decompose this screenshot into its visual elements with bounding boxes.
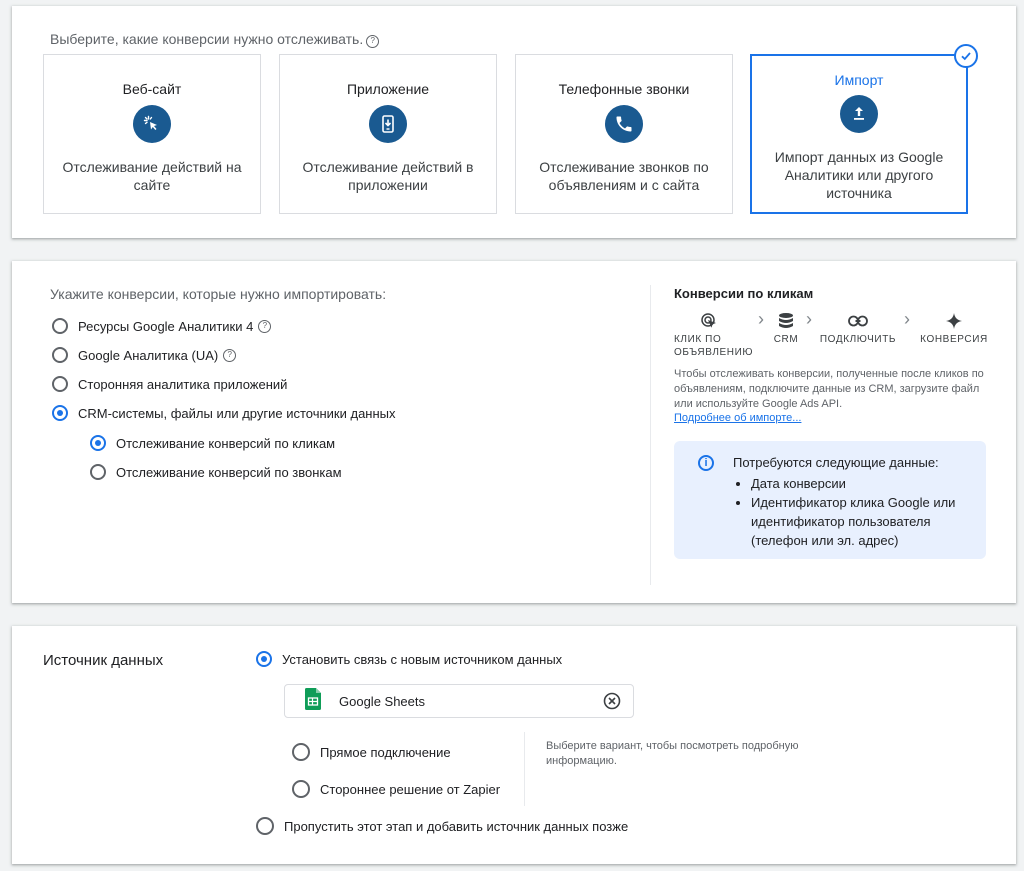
option-ga4[interactable]: Ресурсы Google Аналитики 4 ? <box>52 318 272 334</box>
tile-phone-calls[interactable]: Телефонные звонки Отслеживание звонков п… <box>515 54 733 214</box>
tile-title: Приложение <box>346 81 430 97</box>
radio-button[interactable] <box>292 780 310 798</box>
flow-description: Чтобы отслеживать конверсии, полученные … <box>674 368 984 410</box>
radio-button[interactable] <box>90 435 106 451</box>
option-label: Сторонняя аналитика приложений <box>78 376 288 392</box>
option-hint: Выберите вариант, чтобы посмотреть подро… <box>546 740 799 767</box>
option-skip[interactable]: Пропустить этот этап и добавить источник… <box>256 817 628 835</box>
tile-website[interactable]: Веб-сайт Отслеживание действий на сайте <box>43 54 261 214</box>
source-name: Google Sheets <box>339 693 426 709</box>
tile-import[interactable]: Импорт Импорт данных из Google Аналитики… <box>750 44 978 214</box>
option-label: Стороннее решение от Zapier <box>320 781 501 797</box>
required-data-list: Дата конверсии Идентификатор клика Googl… <box>733 474 991 550</box>
link-icon <box>818 311 898 331</box>
divider <box>650 285 651 585</box>
help-icon[interactable]: ? <box>366 34 380 48</box>
tile-description: Отслеживание звонков по объявлениям и с … <box>539 159 709 193</box>
learn-more-link[interactable]: Подробнее об импорте... <box>674 412 801 424</box>
conversion-type-card: Выберите, какие конверсии нужно отслежив… <box>12 6 1016 238</box>
data-source-card: Источник данных Установить связь с новым… <box>12 626 1016 864</box>
tile-title: Импорт <box>834 72 884 88</box>
import-prompt: Укажите конверсии, которые нужно импорти… <box>50 286 387 302</box>
option-label: CRM-системы, файлы или другие источники … <box>78 405 396 421</box>
phone-call-icon <box>605 105 643 143</box>
option-label: Отслеживание конверсий по кликам <box>116 435 336 451</box>
suboption-click-conversions[interactable]: Отслеживание конверсий по кликам <box>90 435 335 451</box>
tile-description: Отслеживание действий на сайте <box>62 159 242 193</box>
radio-button[interactable] <box>52 318 68 334</box>
tile-description: Отслеживание действий в приложении <box>302 159 474 193</box>
phone-download-icon <box>369 105 407 143</box>
radio-button[interactable] <box>256 817 274 835</box>
radio-button[interactable] <box>256 651 272 667</box>
chevron-right-icon: › <box>904 309 910 329</box>
help-icon[interactable]: ? <box>258 319 272 333</box>
tile-title: Телефонные звонки <box>558 81 690 97</box>
radio-button[interactable] <box>52 347 68 363</box>
tile-app[interactable]: Приложение Отслеживание действий в прило… <box>279 54 497 214</box>
option-label: Прямое подключение <box>320 744 451 760</box>
radio-button[interactable] <box>90 464 106 480</box>
check-icon <box>954 44 978 68</box>
option-label: Отслеживание конверсий по звонкам <box>116 464 342 480</box>
option-third-party-app-analytics[interactable]: Сторонняя аналитика приложений <box>52 376 287 392</box>
radio-button[interactable] <box>52 376 68 392</box>
radio-button[interactable] <box>292 743 310 761</box>
sparkle-icon <box>918 311 990 331</box>
suboption-call-conversions[interactable]: Отслеживание конверсий по звонкам <box>90 464 342 480</box>
list-item: Дата конверсии <box>751 474 991 493</box>
remove-source-icon[interactable] <box>603 692 621 710</box>
option-direct-connection[interactable]: Прямое подключение <box>292 743 451 761</box>
tile-description: Импорт данных из Google Аналитики или др… <box>774 149 944 201</box>
flow-step-ad-click: КЛИК ПО ОБЪЯВЛЕНИЮ <box>674 311 756 359</box>
option-label: Google Аналитика (UA) <box>78 347 219 363</box>
conversion-type-prompt: Выберите, какие конверсии нужно отслежив… <box>50 31 380 48</box>
radio-button[interactable] <box>52 405 68 421</box>
flow-step-conversion: КОНВЕРСИЯ <box>918 311 990 346</box>
cursor-click-icon <box>133 105 171 143</box>
option-crm-files[interactable]: CRM-системы, файлы или другие источники … <box>52 405 396 421</box>
option-label: Ресурсы Google Аналитики 4 <box>78 318 254 334</box>
ad-click-icon <box>674 311 756 331</box>
chevron-right-icon: › <box>806 309 812 329</box>
upload-icon <box>840 95 878 133</box>
chevron-right-icon: › <box>758 309 764 329</box>
google-sheets-icon <box>305 687 321 715</box>
list-item: Идентификатор клика Google или идентифик… <box>751 493 991 550</box>
selected-source-chip[interactable]: Google Sheets <box>284 684 634 718</box>
database-icon <box>766 311 806 331</box>
divider <box>524 732 525 806</box>
option-label: Пропустить этот этап и добавить источник… <box>284 818 629 834</box>
import-options-card: Укажите конверсии, которые нужно импорти… <box>12 261 1016 603</box>
data-source-label: Источник данных <box>43 652 164 669</box>
option-zapier[interactable]: Стороннее решение от Zapier <box>292 780 500 798</box>
flow-title: Конверсии по кликам <box>674 286 814 301</box>
option-ga-ua[interactable]: Google Аналитика (UA) ? <box>52 347 237 363</box>
option-new-source[interactable]: Установить связь с новым источником данн… <box>256 651 562 667</box>
flow-step-crm: CRM <box>766 311 806 346</box>
flow-step-connect: ПОДКЛЮЧИТЬ <box>818 311 898 346</box>
tile-title: Веб-сайт <box>122 81 182 97</box>
info-title: Потребуются следующие данные: <box>733 455 939 470</box>
info-icon: i <box>698 455 714 471</box>
option-label: Установить связь с новым источником данн… <box>282 651 563 667</box>
required-data-info: i Потребуются следующие данные: Дата кон… <box>674 441 986 559</box>
help-icon[interactable]: ? <box>223 348 237 362</box>
